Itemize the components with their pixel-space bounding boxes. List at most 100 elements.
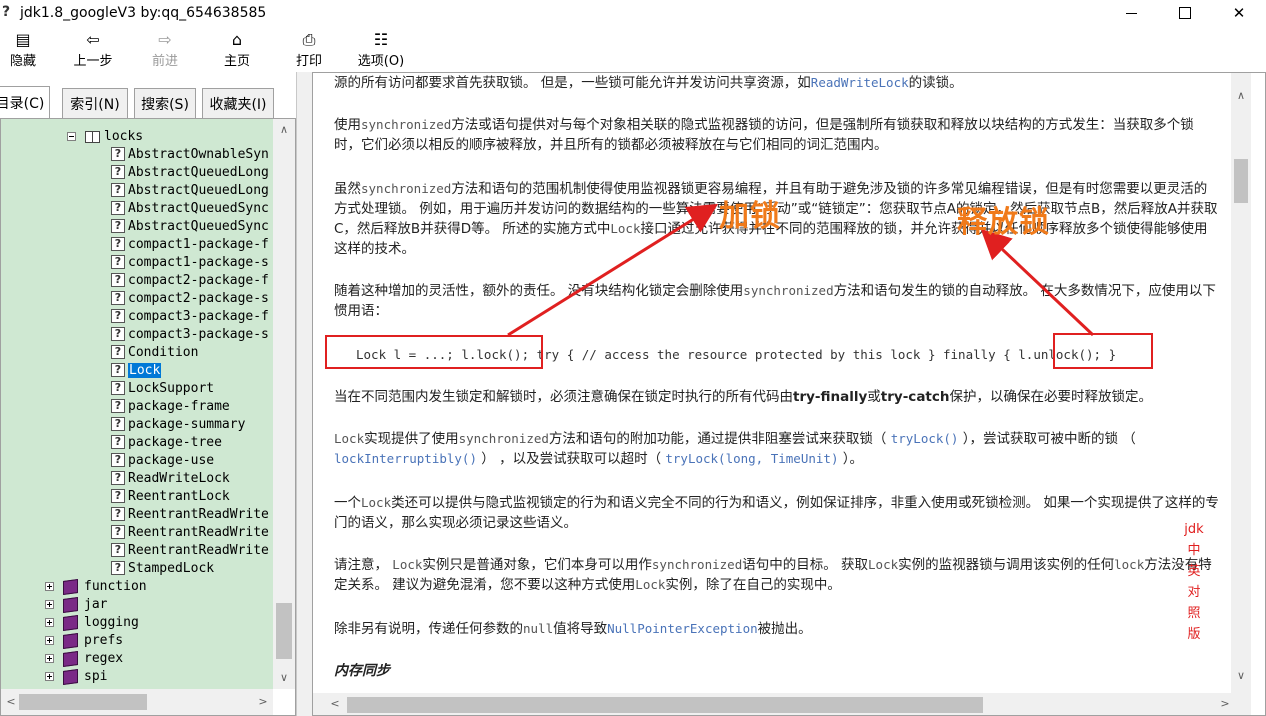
hide-pane-icon: ▤ <box>15 30 31 49</box>
forward-button[interactable]: ⇨ 前进 <box>142 26 188 72</box>
tree-label: logging <box>84 614 139 630</box>
tree-node-jar[interactable]: jar <box>45 595 107 613</box>
tab-favorites[interactable]: 收藏夹(I) <box>202 88 274 118</box>
forward-label: 前进 <box>151 54 178 69</box>
options-button[interactable]: ☷ 选项(O) <box>352 26 410 72</box>
edition-note-char: 对 <box>1187 585 1201 600</box>
tree-item[interactable]: ? AbstractQueuedSync <box>111 217 269 235</box>
tree-node-prefs[interactable]: prefs <box>45 631 123 649</box>
lock-annotation: 加锁 <box>719 199 781 234</box>
tree-item[interactable]: ? AbstractQueuedLong <box>111 181 269 199</box>
tree-label: regex <box>84 650 124 666</box>
tree-label: ReentrantReadWrite <box>128 524 269 540</box>
expand-icon[interactable] <box>45 581 54 591</box>
scroll-left-icon[interactable]: < <box>327 697 343 710</box>
tree-label: ReadWriteLock <box>128 470 230 486</box>
scroll-down-icon[interactable]: ∨ <box>276 671 292 684</box>
scroll-thumb[interactable] <box>276 603 292 659</box>
expand-icon[interactable] <box>45 617 54 627</box>
tree-item[interactable]: ? package-frame <box>111 397 230 415</box>
back-button[interactable]: ⇦ 上一步 <box>68 26 118 72</box>
scroll-thumb[interactable] <box>347 697 983 713</box>
tree-item[interactable]: ? package-use <box>111 451 214 469</box>
tree-label: spi <box>84 668 108 684</box>
print-button[interactable]: ⎙ 打印 <box>290 26 328 72</box>
help-page-icon: ? <box>111 165 125 179</box>
tree-item[interactable]: ? LockSupport <box>111 379 214 397</box>
tree-label: ReentrantLock <box>128 488 230 504</box>
help-page-icon: ? <box>111 435 125 449</box>
hide-button[interactable]: ▤ 隐藏 <box>4 26 42 72</box>
tree-node-regex[interactable]: regex <box>45 649 123 667</box>
tree-item[interactable]: ? ReentrantReadWrite <box>111 541 269 559</box>
help-page-icon: ? <box>111 507 125 521</box>
tree-item[interactable]: ? Condition <box>111 343 198 361</box>
tree-item[interactable]: ? AbstractQueuedSync <box>111 199 269 217</box>
edition-note-char: 中 <box>1187 543 1201 558</box>
help-page-icon: ? <box>111 255 125 269</box>
tree-node-logging[interactable]: logging <box>45 613 139 631</box>
tree-item[interactable]: ? package-tree <box>111 433 222 451</box>
tree-item[interactable]: ? compact1-package-s <box>111 253 269 271</box>
scroll-thumb[interactable] <box>1234 159 1248 203</box>
tree-label: locks <box>104 128 144 144</box>
scroll-down-icon[interactable]: ∨ <box>1233 669 1249 682</box>
edition-note-char: jdk <box>1184 522 1204 537</box>
expand-icon[interactable] <box>45 599 54 609</box>
scroll-right-icon[interactable]: > <box>1217 697 1233 710</box>
scroll-thumb[interactable] <box>19 694 147 710</box>
tree-item[interactable]: ? ReadWriteLock <box>111 469 230 487</box>
tab-contents[interactable]: 目录(C) <box>0 86 50 118</box>
tree-node-spi[interactable]: spi <box>45 667 107 685</box>
collapse-icon[interactable] <box>67 131 76 141</box>
tree-label: function <box>84 578 147 594</box>
window-title: jdk1.8_googleV3 by:qq_654638585 <box>20 5 267 21</box>
tree-item[interactable]: ? compact2-package-f <box>111 271 269 289</box>
book-icon <box>62 579 78 593</box>
tree-horizontal-scrollbar[interactable]: < > <box>1 689 273 715</box>
scroll-left-icon[interactable]: < <box>3 695 19 708</box>
tree-item[interactable]: ? compact2-package-s <box>111 289 269 307</box>
arrow-to-lock-label <box>507 203 719 337</box>
edition-note-char: 英 <box>1187 564 1201 579</box>
help-page-icon: ? <box>111 381 125 395</box>
tree-label: compact3-package-f <box>128 308 269 324</box>
tree-item[interactable]: ? AbstractOwnableSyn <box>111 145 269 163</box>
help-page-icon: ? <box>111 345 125 359</box>
tree-item[interactable]: ? compact3-package-f <box>111 307 269 325</box>
maximize-button[interactable] <box>1158 0 1212 26</box>
tree-item[interactable]: ? ReentrantReadWrite <box>111 505 269 523</box>
scroll-up-icon[interactable]: ∧ <box>1233 89 1249 102</box>
tree-item[interactable]: ? StampedLock <box>111 559 214 577</box>
minimize-button[interactable] <box>1104 0 1158 26</box>
tree-item[interactable]: ? Lock <box>111 361 162 379</box>
unlock-annotation: 释放锁 <box>957 205 1050 240</box>
scroll-right-icon[interactable]: > <box>255 695 271 708</box>
book-icon <box>62 597 78 611</box>
scroll-up-icon[interactable]: ∧ <box>276 123 292 136</box>
home-button[interactable]: ⌂ 主页 <box>218 26 256 72</box>
document-horizontal-scrollbar[interactable]: < > <box>313 693 1251 715</box>
navigation-tabs: 目录(C) 索引(N) 搜索(S) 收藏夹(I) <box>0 86 290 118</box>
expand-icon[interactable] <box>45 671 54 681</box>
tab-search[interactable]: 搜索(S) <box>134 88 196 118</box>
tree-item[interactable]: ? ReentrantReadWrite <box>111 523 269 541</box>
expand-icon[interactable] <box>45 635 54 645</box>
tree-item[interactable]: ? package-summary <box>111 415 245 433</box>
tree-item[interactable]: ? AbstractQueuedLong <box>111 163 269 181</box>
tree-node-function[interactable]: function <box>45 577 147 595</box>
tree-label: compact1-package-s <box>128 254 269 270</box>
tree-label: AbstractQueuedLong <box>128 164 269 180</box>
tab-index[interactable]: 索引(N) <box>62 88 128 118</box>
tree-item[interactable]: ? ReentrantLock <box>111 487 230 505</box>
tree-vertical-scrollbar[interactable]: ∧ ∨ <box>273 119 295 689</box>
expand-icon[interactable] <box>45 653 54 663</box>
help-page-icon: ? <box>111 525 125 539</box>
tree-node-locks[interactable]: locks <box>67 127 143 145</box>
tree-label: AbstractQueuedSync <box>128 200 269 216</box>
tree-item[interactable]: ? compact3-package-s <box>111 325 269 343</box>
pane-splitter[interactable] <box>296 72 312 716</box>
tree-item[interactable]: ? compact1-package-f <box>111 235 269 253</box>
document-vertical-scrollbar[interactable]: ∧ ∨ <box>1231 73 1251 693</box>
close-button[interactable] <box>1212 0 1266 26</box>
